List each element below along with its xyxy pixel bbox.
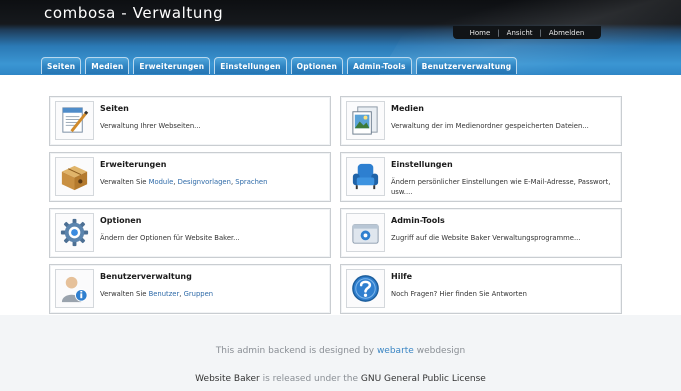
tab-optionen[interactable]: Optionen bbox=[290, 57, 344, 74]
card-title[interactable]: Benutzerverwaltung bbox=[100, 272, 192, 281]
card-admin-tools[interactable]: Admin-Tools Zugriff auf die Website Bake… bbox=[340, 208, 622, 258]
tab-einstellungen[interactable]: Einstellungen bbox=[214, 57, 287, 74]
link-gruppen[interactable]: Gruppen bbox=[184, 290, 214, 298]
user-info-icon[interactable] bbox=[55, 269, 94, 308]
header-bar: combosa - Verwaltung Home | Ansicht | Ab… bbox=[0, 0, 681, 75]
desc-prefix: Verwalten Sie bbox=[100, 290, 149, 298]
gear-icon[interactable] bbox=[55, 213, 94, 252]
card-optionen[interactable]: Optionen Ändern der Optionen für Website… bbox=[49, 208, 331, 258]
footer-license: Website Baker is released under the GNU … bbox=[0, 374, 681, 384]
desc-prefix: Verwalten Sie bbox=[100, 178, 149, 186]
card-title[interactable]: Medien bbox=[391, 104, 424, 113]
link-designvorlagen[interactable]: Designvorlagen bbox=[178, 178, 231, 186]
footer-text: This admin backend is designed by bbox=[215, 346, 377, 356]
nav-separator: | bbox=[497, 28, 500, 37]
card-description: Ändern der Optionen für Website Baker... bbox=[100, 234, 240, 242]
card-description: Verwaltung der im Medienordner gespeiche… bbox=[391, 122, 589, 130]
card-erweiterungen[interactable]: Erweiterungen Verwalten Sie Module, Desi… bbox=[49, 152, 331, 202]
nav-separator: | bbox=[539, 28, 542, 37]
tab-admin-tools[interactable]: Admin-Tools bbox=[347, 57, 412, 74]
link-sprachen[interactable]: Sprachen bbox=[235, 178, 267, 186]
tab-benutzerverwaltung[interactable]: Benutzerverwaltung bbox=[415, 57, 518, 74]
link-module[interactable]: Module bbox=[149, 178, 174, 186]
footer-designer-credit: This admin backend is designed by webart… bbox=[0, 346, 681, 356]
card-title[interactable]: Admin-Tools bbox=[391, 216, 445, 225]
footer-link-webarte[interactable]: webarte bbox=[377, 346, 414, 356]
armchair-icon[interactable] bbox=[346, 157, 385, 196]
card-description: Zugriff auf die Website Baker Verwaltung… bbox=[391, 234, 581, 242]
footer-text: is released under the bbox=[259, 374, 361, 384]
card-hilfe[interactable]: Hilfe Noch Fragen? Hier finden Sie Antwo… bbox=[340, 264, 622, 314]
card-title[interactable]: Einstellungen bbox=[391, 160, 453, 169]
help-icon[interactable] bbox=[346, 269, 385, 308]
tab-seiten[interactable]: Seiten bbox=[41, 57, 82, 74]
top-navigation: Home | Ansicht | Abmelden bbox=[453, 26, 601, 39]
card-title[interactable]: Optionen bbox=[100, 216, 141, 225]
card-description: Ändern persönlicher Einstellungen wie E-… bbox=[391, 178, 611, 196]
footer-link-gpl[interactable]: GNU General Public License bbox=[361, 374, 486, 384]
card-description: Verwalten Sie Benutzer, Gruppen bbox=[100, 289, 326, 299]
media-icon[interactable] bbox=[346, 101, 385, 140]
card-medien[interactable]: Medien Verwaltung der im Medienordner ge… bbox=[340, 96, 622, 146]
card-description: Noch Fragen? Hier finden Sie Antworten bbox=[391, 290, 527, 298]
footer-text: webdesign bbox=[413, 346, 466, 356]
tab-medien[interactable]: Medien bbox=[85, 57, 130, 74]
pages-icon[interactable] bbox=[55, 101, 94, 140]
tab-erweiterungen[interactable]: Erweiterungen bbox=[133, 57, 211, 74]
card-title[interactable]: Seiten bbox=[100, 104, 129, 113]
card-einstellungen[interactable]: Einstellungen Ändern persönlicher Einste… bbox=[340, 152, 622, 202]
addons-box-icon[interactable] bbox=[55, 157, 94, 196]
admin-tools-icon[interactable] bbox=[346, 213, 385, 252]
nav-link-ansicht[interactable]: Ansicht bbox=[503, 29, 537, 37]
nav-link-home[interactable]: Home bbox=[466, 29, 495, 37]
nav-link-abmelden[interactable]: Abmelden bbox=[545, 29, 589, 37]
card-title[interactable]: Hilfe bbox=[391, 272, 412, 281]
site-title: combosa - Verwaltung bbox=[44, 4, 224, 22]
footer-link-website-baker[interactable]: Website Baker bbox=[195, 374, 260, 384]
main-tabs: Seiten Medien Erweiterungen Einstellunge… bbox=[41, 57, 518, 75]
card-title[interactable]: Erweiterungen bbox=[100, 160, 166, 169]
link-benutzer[interactable]: Benutzer bbox=[149, 290, 180, 298]
card-benutzerverwaltung[interactable]: Benutzerverwaltung Verwalten Sie Benutze… bbox=[49, 264, 331, 314]
card-description: Verwalten Sie Module, Designvorlagen, Sp… bbox=[100, 177, 326, 187]
card-description: Verwaltung Ihrer Webseiten... bbox=[100, 122, 201, 130]
card-seiten[interactable]: Seiten Verwaltung Ihrer Webseiten... bbox=[49, 96, 331, 146]
